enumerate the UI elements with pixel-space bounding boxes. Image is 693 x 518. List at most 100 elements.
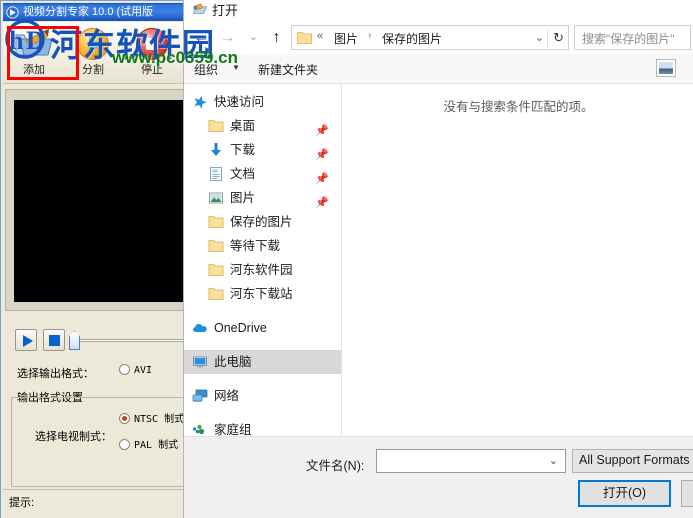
toolbar-button-stop[interactable]: 停止: [124, 25, 180, 81]
filetype-value: All Support Formats: [579, 453, 690, 467]
seek-thumb[interactable]: [69, 331, 80, 350]
folder-icon: [208, 216, 224, 228]
app-title-text: 视频分割专家 10.0 (试用版: [23, 6, 154, 18]
toolbar-label-stop: 停止: [141, 64, 163, 76]
cloud-icon: [193, 324, 207, 332]
video-preview-frame: [5, 89, 187, 311]
sidebar-item-documents[interactable]: 文档 📌: [184, 162, 341, 186]
tv-system-label: 选择电视制式：: [35, 431, 112, 443]
sidebar-item-pending-downloads[interactable]: 等待下载: [184, 234, 341, 258]
sidebar-item-saved-pictures[interactable]: 保存的图片: [184, 210, 341, 234]
breadcrumb-pictures[interactable]: 图片: [334, 30, 358, 47]
tv-option-ntsc[interactable]: NTSC 制式: [119, 410, 184, 425]
new-folder-button[interactable]: 新建文件夹: [258, 61, 318, 78]
picture-icon: [209, 192, 223, 204]
stop-icon[interactable]: [43, 329, 65, 351]
forward-icon[interactable]: →: [216, 26, 239, 49]
address-chevrons[interactable]: «: [317, 30, 323, 42]
pin-icon[interactable]: 📌: [315, 191, 329, 209]
folder-icon: [208, 120, 224, 132]
sidebar-item-homegroup[interactable]: 家庭组: [184, 418, 341, 436]
sidebar-item-this-pc[interactable]: 此电脑: [184, 350, 341, 374]
sidebar-item-downloads[interactable]: 下载 📌: [184, 138, 341, 162]
network-icon: [192, 389, 208, 402]
tv-option-pal[interactable]: PAL 制式: [119, 436, 178, 451]
seek-track[interactable]: [73, 339, 190, 342]
dialog-title-icon: [192, 3, 208, 14]
output-format-option-avi[interactable]: AVI: [119, 364, 152, 376]
sidebar-label: 快速访问: [214, 95, 265, 109]
up-icon[interactable]: ↑: [265, 26, 288, 49]
search-input[interactable]: 搜索"保存的图片": [574, 25, 691, 50]
sidebar-label: 河东下载站: [230, 287, 293, 301]
status-label: 提示:: [9, 497, 35, 509]
computer-icon: [193, 356, 207, 368]
pin-icon[interactable]: 📌: [315, 119, 329, 137]
navigation-pane: 快速访问 桌面 📌 下载 📌 文档 📌 图片 📌 保存的图片 等待下载 河东软件…: [184, 84, 342, 436]
sidebar-label: OneDrive: [214, 321, 267, 335]
sidebar-item-onedrive[interactable]: OneDrive: [184, 316, 341, 340]
filename-label: 文件名(N):: [306, 459, 365, 473]
sidebar-label: 此电脑: [214, 355, 252, 369]
sidebar-item-network[interactable]: 网络: [184, 384, 341, 408]
empty-folder-message: 没有与搜索条件匹配的项。: [443, 100, 594, 114]
sidebar-item-pictures[interactable]: 图片 📌: [184, 186, 341, 210]
radio-avi-icon: [119, 364, 130, 375]
folder-icon: [208, 288, 224, 300]
refresh-icon[interactable]: ↻: [553, 30, 564, 46]
play-icon[interactable]: [15, 329, 37, 351]
document-icon: [210, 167, 222, 181]
video-preview-area: [14, 100, 186, 302]
dialog-title: 打开: [212, 3, 239, 18]
radio-ntsc-icon: [119, 413, 130, 424]
add-button-highlight-box: [7, 26, 79, 80]
address-bar[interactable]: « 图片 › 保存的图片 ⌄ ↻: [291, 25, 569, 50]
sidebar-label: 文档: [230, 167, 256, 181]
app-statusbar: 提示:: [3, 489, 189, 517]
pin-icon[interactable]: 📌: [315, 167, 329, 185]
cancel-button[interactable]: 取消: [681, 480, 693, 507]
sidebar-label: 保存的图片: [230, 215, 293, 229]
stop-circle-icon: [124, 25, 180, 63]
folder-icon: [297, 32, 312, 44]
sidebar-item-hedong-software[interactable]: 河东软件园: [184, 258, 341, 282]
tv-option-pal-label: PAL 制式: [134, 440, 179, 451]
recent-locations-icon[interactable]: ⌄: [242, 26, 265, 49]
sidebar-label: 下载: [230, 143, 256, 157]
address-divider: [547, 29, 548, 48]
breadcrumb-saved-pictures[interactable]: 保存的图片: [382, 30, 442, 47]
file-list-pane[interactable]: 没有与搜索条件匹配的项。: [343, 84, 693, 436]
organize-button[interactable]: 组织: [194, 61, 218, 78]
open-file-dialog: 打开 ← → ⌄ ↑ « 图片 › 保存的图片 ⌄ ↻ 搜索"保存的图片" 组织…: [183, 0, 693, 518]
sidebar-item-hedong-download[interactable]: 河东下载站: [184, 282, 341, 306]
breadcrumb-separator: ›: [368, 30, 372, 41]
folder-icon: [208, 264, 224, 276]
dialog-titlebar: 打开: [184, 0, 693, 21]
star-icon: [194, 95, 207, 109]
open-button[interactable]: 打开(O): [578, 480, 671, 507]
filetype-combo[interactable]: All Support Formats: [572, 449, 693, 473]
chevron-down-icon[interactable]: ⌄: [549, 454, 558, 467]
sidebar-label: 等待下载: [230, 239, 281, 253]
sidebar-label: 网络: [214, 389, 240, 403]
filename-combo[interactable]: ⌄: [376, 449, 566, 473]
radio-pal-icon: [119, 439, 130, 450]
homegroup-icon: [192, 424, 205, 435]
sidebar-label: 桌面: [230, 119, 256, 133]
back-icon[interactable]: ←: [190, 26, 213, 49]
dialog-body: 快速访问 桌面 📌 下载 📌 文档 📌 图片 📌 保存的图片 等待下载 河东软件…: [184, 84, 693, 436]
filename-input[interactable]: [381, 452, 546, 471]
search-placeholder: 搜索"保存的图片": [582, 32, 675, 46]
sidebar-item-desktop[interactable]: 桌面 📌: [184, 114, 341, 138]
chevron-down-icon[interactable]: ⌄: [535, 31, 544, 44]
sidebar-item-quick-access[interactable]: 快速访问: [184, 90, 341, 114]
view-mode-icon[interactable]: [656, 59, 676, 77]
pin-icon[interactable]: 📌: [315, 143, 329, 161]
app-titlebar: 视频分割专家 10.0 (试用版: [3, 3, 189, 21]
output-format-label: 选择输出格式：: [17, 368, 94, 380]
sidebar-label: 家庭组: [214, 423, 252, 436]
chevron-down-icon[interactable]: ▼: [232, 63, 240, 72]
